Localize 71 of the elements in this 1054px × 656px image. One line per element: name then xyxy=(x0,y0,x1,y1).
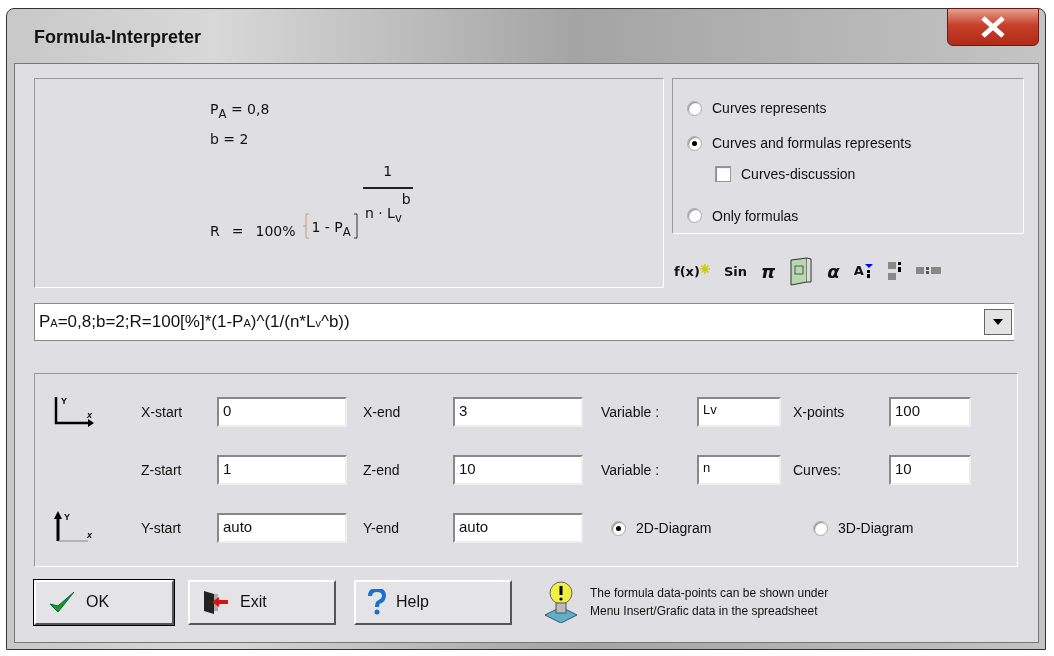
hint-text: The formula data-points can be shown under Menu Insert/Grafic data in the spreadsheet xyxy=(590,585,829,620)
field-label: Z-start xyxy=(141,462,183,478)
axis-label: x xyxy=(87,411,92,420)
function-button[interactable]: f(x) xyxy=(674,263,710,279)
formula-factor: 100% xyxy=(255,222,296,239)
sparkle-icon xyxy=(699,263,710,274)
caret-icon xyxy=(993,319,1003,325)
field-label: X-end xyxy=(363,404,402,420)
field-label: Curves: xyxy=(793,462,843,478)
input-field[interactable]: Lv xyxy=(697,397,781,427)
radio-label: 2D-Diagram xyxy=(636,520,712,536)
radio-button[interactable] xyxy=(611,520,626,536)
dropdown-button[interactable] xyxy=(984,309,1012,335)
formula-base: 1 - P$_{A}$ xyxy=(311,219,351,239)
input-field[interactable]: n xyxy=(697,455,781,485)
dialog-button[interactable]: Exit xyxy=(188,579,336,625)
axis-label: Y xyxy=(61,397,67,406)
close-button[interactable] xyxy=(947,8,1039,46)
bracket-icon xyxy=(352,212,359,239)
field-label: X-points xyxy=(793,404,846,420)
exponent-numerator: 1 xyxy=(383,163,393,179)
radio-label: Curves and formulas represents xyxy=(712,135,912,152)
input-field[interactable]: 100 xyxy=(889,397,971,427)
checkbox-label: Curves-discussion xyxy=(741,166,856,183)
symbol-button[interactable]: α xyxy=(827,260,840,282)
axis-label: Y xyxy=(64,513,70,522)
input-field[interactable]: 10 xyxy=(889,455,971,485)
door-exit-icon xyxy=(202,589,230,615)
dialog-button[interactable]: OK xyxy=(34,579,174,625)
radio-button[interactable] xyxy=(813,520,828,536)
field-label: Z-end xyxy=(363,462,401,478)
index-marker-icon xyxy=(863,263,874,279)
lightbulb-icon xyxy=(544,581,578,623)
input-field[interactable]: auto xyxy=(453,513,583,543)
input-field[interactable]: 1 xyxy=(217,455,347,485)
field-label: Y-end xyxy=(363,520,401,536)
radio-label: 3D-Diagram xyxy=(838,520,914,536)
input-field[interactable]: 10 xyxy=(453,455,583,485)
dialog-button[interactable]: Help xyxy=(354,579,512,625)
index-button[interactable]: A xyxy=(853,263,874,279)
radio-label: Curves represents xyxy=(712,100,827,117)
exponent-power: b xyxy=(401,191,411,209)
symbol-button[interactable]: π xyxy=(761,260,776,282)
field-label: Variable : xyxy=(601,462,661,478)
question-icon xyxy=(368,589,386,615)
axis-arrow-icon xyxy=(53,395,95,429)
bracket-icon xyxy=(301,212,310,239)
close-icon xyxy=(979,16,1007,38)
radio-label: Only formulas xyxy=(712,207,799,224)
formula-lhs: R xyxy=(210,222,220,239)
field-label: Variable : xyxy=(601,404,661,420)
check-icon xyxy=(48,590,76,614)
checkbox[interactable] xyxy=(715,166,731,183)
symbol-button[interactable]: Sin xyxy=(723,263,747,279)
field-label: X-start xyxy=(141,404,184,420)
radio-button[interactable] xyxy=(687,135,702,151)
blocks-icon[interactable] xyxy=(887,260,902,282)
input-field[interactable]: 3 xyxy=(453,397,583,427)
input-field[interactable]: auto xyxy=(217,513,347,543)
axis-label: x xyxy=(87,531,92,540)
formula-line: P$_{A}$ = 0,8 xyxy=(210,101,270,117)
formula-equals: = xyxy=(231,222,244,239)
radio-button[interactable] xyxy=(687,100,702,116)
axis-arrow-icon xyxy=(53,511,89,545)
formula-line: b = 2 xyxy=(210,131,249,147)
book-icon[interactable] xyxy=(789,256,814,286)
input-field[interactable]: 0 xyxy=(217,397,347,427)
window-title: Formula-Interpreter xyxy=(34,27,202,48)
exponent-denominator: n · L$_{v}$ xyxy=(364,205,402,225)
field-label: Y-start xyxy=(141,520,182,536)
radio-button[interactable] xyxy=(687,208,702,223)
